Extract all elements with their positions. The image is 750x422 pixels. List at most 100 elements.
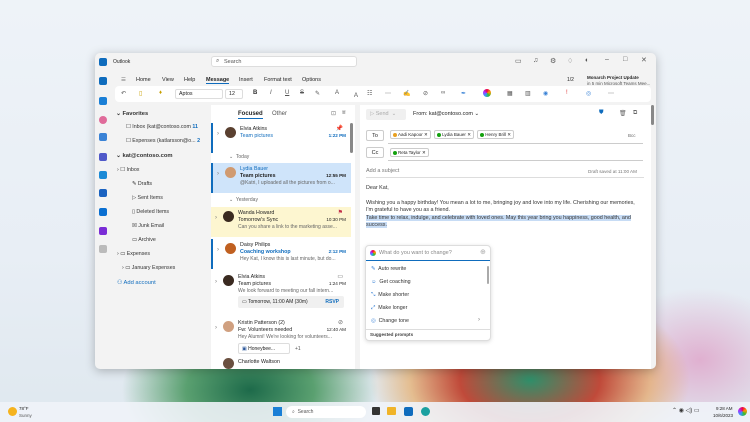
loop-icon[interactable] <box>99 227 107 235</box>
system-tray-icons[interactable]: ⌃ ◉ ◁) ▭ <box>672 407 700 414</box>
paste-icon[interactable]: ▯ <box>139 90 142 97</box>
windows-start-icon[interactable] <box>273 407 282 416</box>
group-header[interactable]: ⌄ Today <box>229 154 249 160</box>
attach-icon[interactable]: ⊘ <box>423 90 428 97</box>
copilot-prompt-input[interactable]: What do you want to change? <box>379 250 452 256</box>
attachment-more[interactable]: +1 <box>295 346 301 352</box>
tab-message[interactable]: Message <box>206 77 230 84</box>
list-item[interactable]: Charlotte Waltson <box>211 357 351 369</box>
italic-button[interactable]: I <box>270 90 272 96</box>
tab-format-text[interactable]: Format text <box>264 77 292 83</box>
folder-expenses[interactable]: › ▭ Expenses <box>117 251 150 257</box>
undo-icon[interactable]: ↶ <box>121 90 126 97</box>
table-icon[interactable]: ▦ <box>507 90 513 97</box>
file-explorer-icon[interactable] <box>387 407 396 415</box>
list-item[interactable]: › Kristin Patterson (2) Fw: Volunteers n… <box>211 317 351 357</box>
lightbulb-icon[interactable]: ♢ <box>567 57 573 65</box>
hamburger-icon[interactable]: ☰ <box>121 77 126 83</box>
task-view-icon[interactable] <box>372 407 380 415</box>
expand-icon[interactable]: › <box>217 171 219 177</box>
list-item[interactable]: › Elvia Atkins Team pictures We look for… <box>211 271 351 315</box>
expand-icon[interactable]: › <box>215 279 217 285</box>
popup-scrollbar[interactable] <box>487 266 489 284</box>
highlight-icon[interactable]: ✎ <box>315 90 320 97</box>
favorite-expenses[interactable]: ☐ Expenses (katlarsson@o... 2 <box>126 138 200 144</box>
compose-scrollbar[interactable] <box>651 105 654 125</box>
expand-icon[interactable]: › <box>217 131 219 137</box>
tab-focused[interactable]: Focused <box>238 111 263 119</box>
bcc-button[interactable]: Bcc <box>628 133 636 138</box>
search-input[interactable]: ⌕ Search <box>211 56 357 67</box>
signature-icon[interactable]: ✒ <box>461 90 466 97</box>
copilot-ribbon-icon[interactable] <box>483 89 491 97</box>
submit-icon[interactable]: ⊕ <box>480 248 486 256</box>
group-header[interactable]: ⌄ Yesterday <box>229 197 258 203</box>
minimize-button[interactable]: – <box>605 56 609 63</box>
outlook-taskbar-icon[interactable] <box>404 407 413 416</box>
font-select[interactable]: Aptos <box>175 89 223 99</box>
flag-icon[interactable]: ⚑ <box>338 209 343 216</box>
list-item[interactable]: › Elvia Atkins Team pictures 1:22 PM 📌 <box>211 123 351 153</box>
tab-home[interactable]: Home <box>136 77 151 83</box>
rsvp-button[interactable]: RSVP <box>325 299 339 305</box>
menu-make-shorter[interactable]: ⤡ Make shorter <box>371 292 409 299</box>
onedrive-icon[interactable] <box>99 208 107 216</box>
folder-inbox[interactable]: › ☐ Inbox <box>117 167 139 173</box>
clock-time[interactable]: 9:28 AM <box>716 406 733 411</box>
folder-junk[interactable]: ☒ Junk Email <box>132 223 164 229</box>
menu-change-tone[interactable]: ◎ Change tone <box>371 318 409 324</box>
teams-icon[interactable] <box>99 153 107 161</box>
importance-icon[interactable]: ! <box>566 90 568 96</box>
font-size-select[interactable]: 12 <box>225 89 243 99</box>
edge-icon[interactable] <box>421 407 430 416</box>
calendar-icon[interactable] <box>99 97 107 105</box>
strikethrough-button[interactable]: S <box>300 90 304 96</box>
folder-deleted[interactable]: ▯ Deleted Items <box>132 209 169 215</box>
account-header[interactable]: ⌄ kat@contoso.com <box>116 153 173 159</box>
from-selector[interactable]: From: kat@contoso.com ⌄ <box>413 111 479 117</box>
cc-recipients[interactable]: Reta Taylor ✕ <box>390 148 429 157</box>
list-item[interactable]: › Wanda Howard Tomorrow's Sync Can you s… <box>211 207 351 237</box>
close-button[interactable]: ✕ <box>641 56 647 64</box>
more-icon[interactable]: ⋯ <box>385 90 391 97</box>
folder-drafts[interactable]: ✎ Drafts <box>132 181 152 187</box>
select-icon[interactable]: ⊡ <box>331 110 336 117</box>
expand-icon[interactable]: › <box>215 325 217 331</box>
event-card[interactable]: ▭ Tomorrow, 11:00 AM (30m) RSVP <box>238 296 344 308</box>
menu-get-coaching[interactable]: ☺ Get coaching <box>371 279 411 285</box>
expand-icon[interactable]: › <box>215 215 217 221</box>
format-painter-icon[interactable]: ♦ <box>159 90 162 96</box>
tab-help[interactable]: Help <box>184 77 195 83</box>
font-color-icon[interactable]: A <box>335 90 339 96</box>
list-item-selected[interactable]: › Lydia Bauer Team pictures @Katri, I up… <box>211 163 351 193</box>
copilot-icon[interactable] <box>99 116 107 124</box>
todo-icon[interactable] <box>99 171 107 179</box>
delete-icon[interactable]: 🗑 <box>619 110 627 117</box>
sun-icon[interactable] <box>8 407 17 416</box>
overflow-icon[interactable]: ⋯ <box>608 90 614 97</box>
apps-icon[interactable] <box>99 245 107 253</box>
tab-other[interactable]: Other <box>272 111 287 117</box>
underline-button[interactable]: U <box>285 90 289 96</box>
popout-icon[interactable]: ⧉ <box>633 110 637 117</box>
bell-icon[interactable]: ♫ <box>533 57 538 64</box>
chart-icon[interactable]: ▥ <box>525 90 531 97</box>
add-account-link[interactable]: ⚇ Add account <box>117 280 156 286</box>
to-button[interactable]: To <box>366 130 384 141</box>
tab-view[interactable]: View <box>162 77 174 83</box>
bold-button[interactable]: B <box>253 90 257 96</box>
folder-archive[interactable]: ▭ Archive <box>132 237 156 243</box>
tab-options[interactable]: Options <box>302 77 321 83</box>
subject-input[interactable]: Add a subject <box>366 168 399 174</box>
bullets-icon[interactable]: ☷ <box>367 90 372 97</box>
message-body[interactable]: Dear Kat, Wishing you a happy birthday! … <box>366 185 641 230</box>
expand-icon[interactable]: › <box>217 247 219 253</box>
list-item[interactable]: › Daisy Philips Coaching workshop Hey Ka… <box>211 239 351 269</box>
clock-date[interactable]: 10/6/2023 <box>713 413 733 418</box>
link-icon[interactable]: ∞ <box>441 90 445 96</box>
weather-condition[interactable]: Sunny <box>19 413 32 418</box>
feedback-icon[interactable]: ◐ <box>585 57 589 64</box>
folder-january-expenses[interactable]: › ▭ January Expenses <box>122 265 175 271</box>
maximize-button[interactable]: □ <box>623 56 627 63</box>
org-icon[interactable] <box>99 189 107 197</box>
